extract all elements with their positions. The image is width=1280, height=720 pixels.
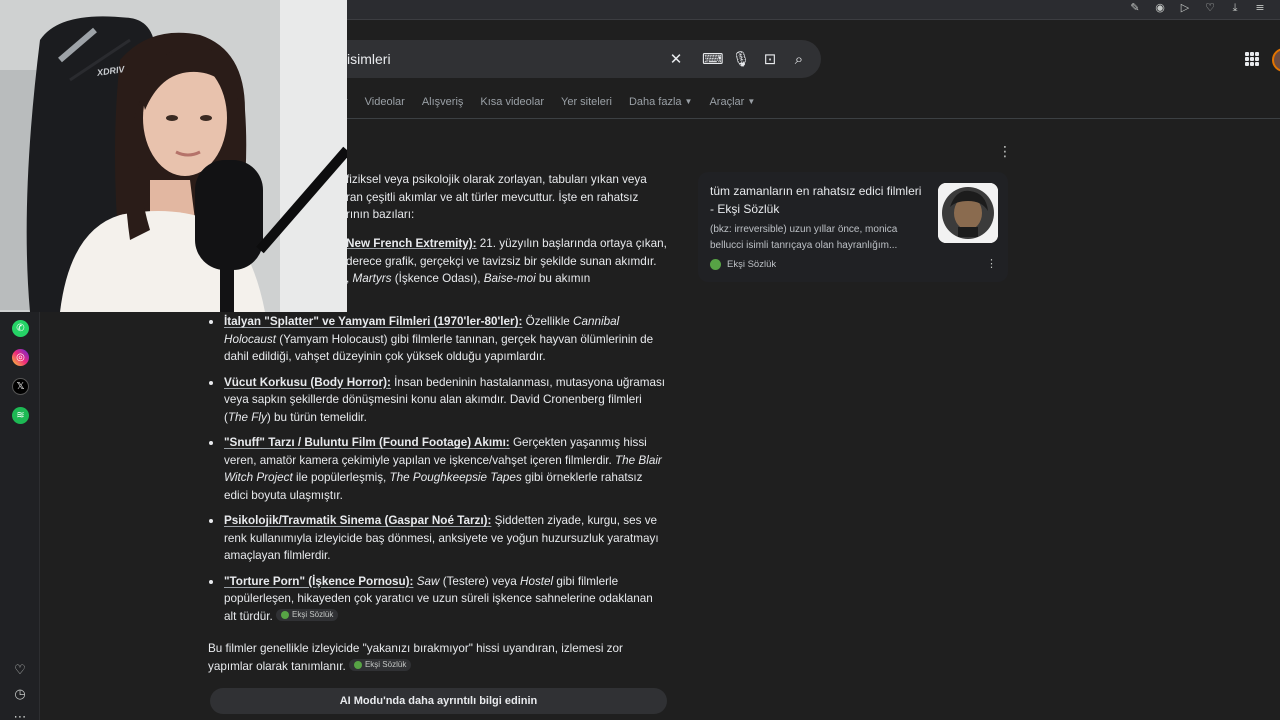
- list-item: Psikolojik/Travmatik Sinema (Gaspar Noé …: [208, 512, 668, 565]
- spotify-icon[interactable]: ≋: [12, 407, 29, 424]
- menu-icon[interactable]: ≡: [1254, 2, 1266, 14]
- overview-intro: fiziksel veya psikolojik olarak zorlayan…: [346, 173, 647, 221]
- source-card-site[interactable]: Ekşi Sözlük: [710, 259, 776, 270]
- more-options-icon[interactable]: ⋮: [986, 257, 997, 270]
- more-icon[interactable]: ⋯: [12, 710, 28, 720]
- tab-tools[interactable]: Araçlar ▼: [709, 96, 755, 112]
- more-options-icon[interactable]: ⋮: [998, 144, 1012, 160]
- browser-window: ✎ ◉ ▷ ♡ ⤓ ≡ ✆ ◎ 𝕏 ≋ ♡ ◷ ⋯ isimleri ✕ ⌨ 🎙…: [0, 0, 1280, 720]
- edit-icon[interactable]: ✎: [1129, 2, 1141, 14]
- sidebar-rail: ✆ ◎ 𝕏 ≋ ♡ ◷ ⋯: [0, 310, 40, 720]
- avatar[interactable]: [1272, 48, 1280, 72]
- microphone-icon[interactable]: 🎙: [731, 49, 751, 69]
- tab-places[interactable]: Yer siteleri: [561, 96, 612, 112]
- webcam-overlay: XDRIV: [0, 0, 347, 312]
- whatsapp-icon[interactable]: ✆: [12, 320, 29, 337]
- eksi-logo-icon: [280, 610, 289, 619]
- overview-partial-item: New French Extremity): 21. yüzyılın başl…: [346, 237, 667, 285]
- source-card[interactable]: tüm zamanların en rahatsız edici filmler…: [698, 172, 1008, 282]
- source-card-thumbnail: [938, 183, 998, 243]
- search-input[interactable]: isimleri: [347, 51, 391, 67]
- keyboard-icon[interactable]: ⌨: [702, 49, 724, 69]
- list-item: Vücut Korkusu (Body Horror): İnsan beden…: [208, 374, 668, 427]
- ai-mode-button[interactable]: AI Modu'nda daha ayrıntılı bilgi edinin: [210, 688, 667, 714]
- search-tabs: r Videolar Alışveriş Kısa videolar Yer s…: [300, 96, 772, 112]
- search-box[interactable]: isimleri ✕ ⌨ 🎙 ⊡ ⌕: [300, 40, 821, 78]
- eksi-logo-icon: [353, 660, 362, 669]
- download-icon[interactable]: ⤓: [1229, 2, 1241, 14]
- heart-icon[interactable]: ♡: [12, 663, 28, 679]
- tab-shopping[interactable]: Alışveriş: [422, 96, 464, 112]
- clear-icon[interactable]: ✕: [666, 49, 686, 69]
- tab-short-videos[interactable]: Kısa videolar: [480, 96, 544, 112]
- list-item: "Snuff" Tarzı / Buluntu Film (Found Foot…: [208, 434, 668, 504]
- source-card-snippet: (bkz: irreversible) uzun yıllar önce, mo…: [710, 224, 898, 251]
- overview-conclusion: Bu filmler genellikle izleyicide "yakanı…: [208, 642, 623, 673]
- source-chip[interactable]: Ekşi Sözlük: [348, 658, 412, 671]
- camera-icon[interactable]: ◉: [1154, 2, 1166, 14]
- tab-more[interactable]: Daha fazla ▼: [629, 96, 693, 112]
- tab-videos[interactable]: Videolar: [365, 96, 405, 112]
- chevron-down-icon: ▼: [747, 97, 756, 106]
- list-item: "Torture Porn" (İşkence Pornosu): Saw (T…: [208, 573, 668, 626]
- apps-grid-icon[interactable]: [1245, 52, 1259, 66]
- history-icon[interactable]: ◷: [12, 687, 28, 703]
- overview-list: İtalyan "Splatter" ve Yamyam Filmleri (1…: [208, 313, 668, 625]
- search-icon[interactable]: ⌕: [789, 49, 809, 69]
- lens-icon[interactable]: ⊡: [760, 49, 780, 69]
- x-icon[interactable]: 𝕏: [12, 378, 29, 395]
- divider: [300, 118, 1280, 119]
- eksi-logo-icon: [710, 259, 721, 270]
- play-icon[interactable]: ▷: [1179, 2, 1191, 14]
- chevron-down-icon: ▼: [684, 97, 693, 106]
- heart-icon[interactable]: ♡: [1204, 2, 1216, 14]
- list-item: İtalyan "Splatter" ve Yamyam Filmleri (1…: [208, 313, 668, 366]
- source-card-title[interactable]: tüm zamanların en rahatsız edici filmler…: [710, 182, 928, 218]
- instagram-icon[interactable]: ◎: [12, 349, 29, 366]
- source-chip[interactable]: Ekşi Sözlük: [275, 608, 339, 621]
